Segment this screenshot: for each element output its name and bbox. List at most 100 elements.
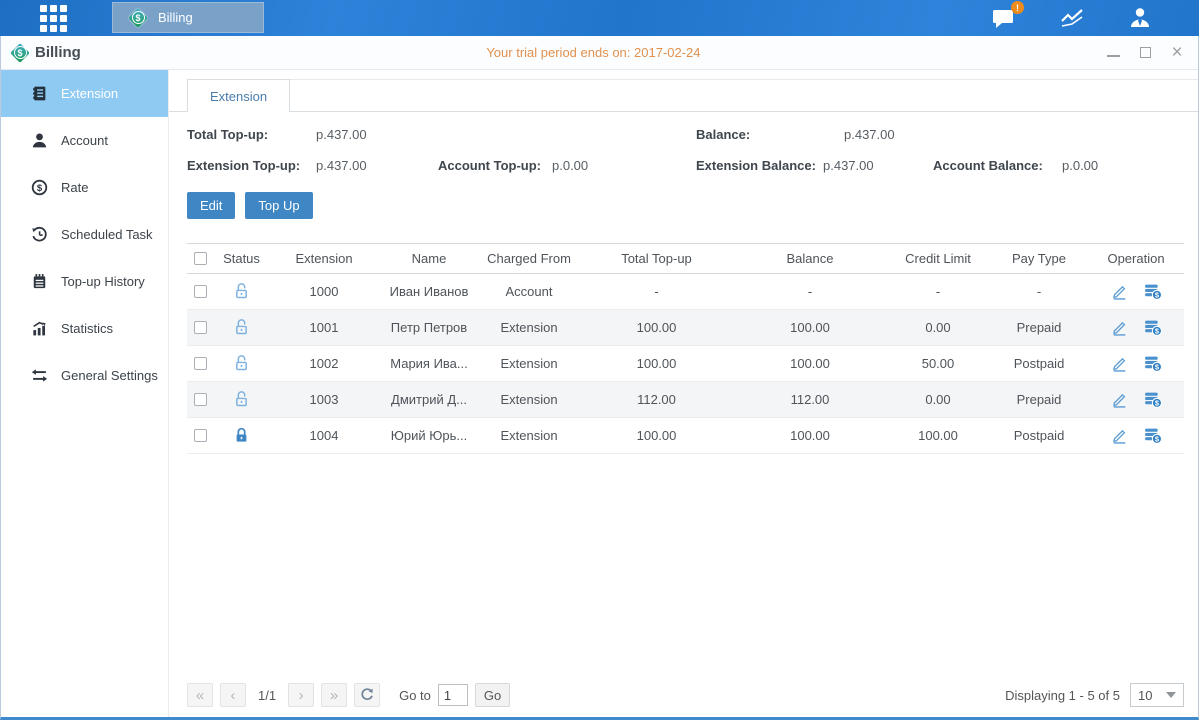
- row-checkbox[interactable]: [194, 285, 207, 298]
- user-account-icon[interactable]: [1129, 7, 1151, 29]
- edit-button[interactable]: Edit: [187, 192, 235, 219]
- sidebar-item-label: Account: [61, 133, 108, 148]
- row-checkbox[interactable]: [194, 321, 207, 334]
- top-up-coins-icon[interactable]: $: [1144, 427, 1162, 444]
- sidebar-item-extension[interactable]: Extension: [1, 70, 168, 117]
- cell-charged-from: Account: [479, 274, 579, 310]
- sidebar-item-general-settings[interactable]: General Settings: [1, 352, 168, 399]
- tab-extension-label: Extension: [210, 89, 267, 104]
- sidebar-item-topup-history[interactable]: Top-up History: [1, 258, 168, 305]
- topbar-tab-billing[interactable]: $ Billing: [112, 2, 264, 33]
- person-icon: [31, 132, 48, 149]
- sidebar-item-scheduled-task[interactable]: Scheduled Task: [1, 211, 168, 258]
- top-up-coins-icon[interactable]: $: [1144, 391, 1162, 408]
- tab-strip: Extension: [169, 70, 1198, 112]
- prev-page-button[interactable]: ‹: [220, 683, 246, 707]
- messages-icon[interactable]: !: [992, 7, 1016, 29]
- table-row[interactable]: 1001 Петр Петров Extension 100.00 100.00…: [187, 310, 1184, 346]
- table-row[interactable]: 1003 Дмитрий Д... Extension 112.00 112.0…: [187, 382, 1184, 418]
- cell-extension: 1001: [269, 310, 379, 346]
- sidebar-item-account[interactable]: Account: [1, 117, 168, 164]
- account-topup-label: Account Top-up:: [438, 158, 541, 173]
- cell-total-topup: -: [579, 274, 734, 310]
- refresh-button[interactable]: [354, 683, 380, 707]
- first-page-button[interactable]: «: [187, 683, 213, 707]
- sidebar-item-rate[interactable]: $ Rate: [1, 164, 168, 211]
- table-row[interactable]: 1004 Юрий Юрь... Extension 100.00 100.00…: [187, 418, 1184, 454]
- status-lock-icon: [233, 427, 250, 442]
- sidebar: Extension Account $ Rate Scheduled Task …: [1, 70, 169, 717]
- cell-charged-from: Extension: [479, 418, 579, 454]
- table-row[interactable]: 1002 Мария Ива... Extension 100.00 100.0…: [187, 346, 1184, 382]
- cell-name: Петр Петров: [379, 310, 479, 346]
- status-lock-icon: [233, 391, 250, 406]
- cell-credit-limit: 100.00: [886, 418, 990, 454]
- top-up-button[interactable]: Top Up: [245, 192, 312, 219]
- account-balance-value: p.0.00: [1062, 158, 1098, 173]
- line-chart-icon[interactable]: [1060, 8, 1085, 28]
- cell-pay-type: Prepaid: [990, 310, 1088, 346]
- go-button[interactable]: Go: [475, 683, 510, 707]
- table-row[interactable]: 1000 Иван Иванов Account - - - - $: [187, 274, 1184, 310]
- balance-summary: Total Top-up: p.437.00 Balance: p.437.00…: [187, 120, 1184, 182]
- select-all-checkbox[interactable]: [194, 252, 207, 265]
- app-launcher-grid-icon[interactable]: [36, 5, 70, 31]
- cell-credit-limit: -: [886, 274, 990, 310]
- page-size-dropdown[interactable]: 10: [1130, 683, 1184, 707]
- cell-charged-from: Extension: [479, 382, 579, 418]
- cell-credit-limit: 50.00: [886, 346, 990, 382]
- cell-credit-limit: 0.00: [886, 310, 990, 346]
- extensions-table: Status Extension Name Charged From Total…: [187, 243, 1184, 454]
- last-page-button[interactable]: »: [321, 683, 347, 707]
- cell-name: Дмитрий Д...: [379, 382, 479, 418]
- edit-pencil-icon[interactable]: [1111, 427, 1128, 444]
- col-name: Name: [379, 244, 479, 274]
- cell-balance: 100.00: [734, 310, 886, 346]
- edit-pencil-icon[interactable]: [1111, 355, 1128, 372]
- extension-book-icon: [31, 85, 48, 102]
- goto-page-input[interactable]: [438, 684, 468, 706]
- sidebar-item-statistics[interactable]: Statistics: [1, 305, 168, 352]
- dollar-circle-icon: $: [31, 179, 48, 196]
- topbar: $ Billing !: [0, 0, 1199, 36]
- cell-credit-limit: 0.00: [886, 382, 990, 418]
- maximize-button[interactable]: [1138, 46, 1152, 60]
- balance-value: p.437.00: [844, 127, 895, 142]
- refresh-icon: [360, 688, 374, 702]
- notification-badge: !: [1011, 1, 1024, 14]
- top-up-coins-icon[interactable]: $: [1144, 319, 1162, 336]
- cell-charged-from: Extension: [479, 346, 579, 382]
- total-topup-value: p.437.00: [316, 127, 367, 142]
- row-checkbox[interactable]: [194, 429, 207, 442]
- row-checkbox[interactable]: [194, 393, 207, 406]
- extension-topup-label: Extension Top-up:: [187, 158, 300, 173]
- billing-app-icon: $: [9, 42, 31, 64]
- cell-total-topup: 112.00: [579, 382, 734, 418]
- row-checkbox[interactable]: [194, 357, 207, 370]
- edit-pencil-icon[interactable]: [1111, 391, 1128, 408]
- extension-topup-value: p.437.00: [316, 158, 367, 173]
- top-up-coins-icon[interactable]: $: [1144, 355, 1162, 372]
- billing-diamond-icon: $: [127, 7, 149, 29]
- account-balance-label: Account Balance:: [933, 158, 1043, 173]
- top-up-coins-icon[interactable]: $: [1144, 283, 1162, 300]
- displaying-label: Displaying 1 - 5 of 5: [1005, 688, 1120, 703]
- cell-extension: 1004: [269, 418, 379, 454]
- extension-balance-label: Extension Balance:: [696, 158, 816, 173]
- cell-total-topup: 100.00: [579, 346, 734, 382]
- close-button[interactable]: ×: [1170, 46, 1184, 60]
- tab-extension[interactable]: Extension: [187, 79, 290, 112]
- minimize-button[interactable]: [1106, 46, 1120, 60]
- status-lock-icon: [233, 283, 250, 298]
- trial-notice: Your trial period ends on: 2017-02-24: [81, 45, 1106, 60]
- sidebar-item-label: Extension: [61, 86, 118, 101]
- cell-balance: 100.00: [734, 346, 886, 382]
- sidebar-item-label: Rate: [61, 180, 88, 195]
- cell-pay-type: Postpaid: [990, 418, 1088, 454]
- titlebar: $ Billing Your trial period ends on: 201…: [1, 36, 1198, 70]
- cell-name: Мария Ива...: [379, 346, 479, 382]
- cell-charged-from: Extension: [479, 310, 579, 346]
- edit-pencil-icon[interactable]: [1111, 319, 1128, 336]
- next-page-button[interactable]: ›: [288, 683, 314, 707]
- edit-pencil-icon[interactable]: [1111, 283, 1128, 300]
